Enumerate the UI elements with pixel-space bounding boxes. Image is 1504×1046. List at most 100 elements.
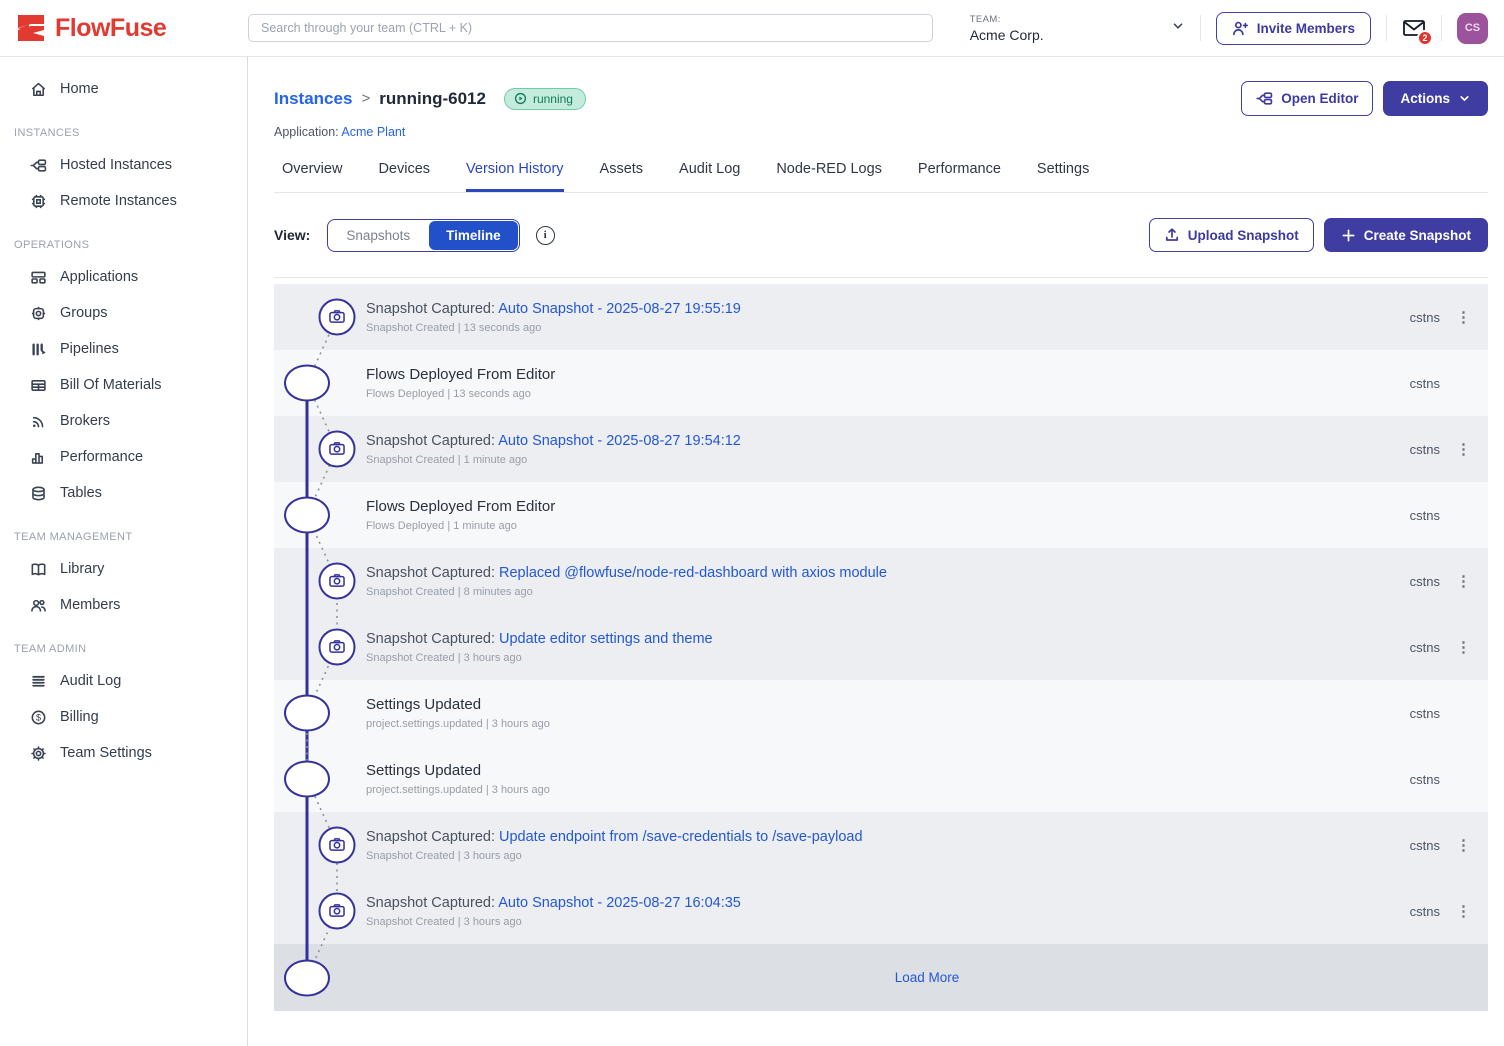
brokers-icon	[30, 413, 47, 430]
view-toggle: Snapshots Timeline	[327, 219, 519, 252]
home-icon	[30, 81, 47, 98]
main-content: Instances > running-6012 running Open Ed…	[248, 57, 1504, 1046]
load-more-link[interactable]: Load More	[366, 970, 1488, 985]
sidebar-item-label: Brokers	[60, 413, 110, 429]
sidebar: Home INSTANCES Hosted Instances Remote I…	[0, 57, 248, 1046]
upload-snapshot-button[interactable]: Upload Snapshot	[1149, 218, 1314, 252]
event-title: Snapshot Captured: Update editor setting…	[366, 631, 1410, 647]
application-link[interactable]: Acme Plant	[341, 125, 405, 139]
sidebar-item-tables[interactable]: Tables	[0, 475, 247, 511]
running-status-icon	[514, 92, 527, 105]
sidebar-item-groups[interactable]: Groups	[0, 295, 247, 331]
sidebar-item-members[interactable]: Members	[0, 587, 247, 623]
sidebar-item-team-settings[interactable]: Team Settings	[0, 735, 247, 771]
snapshot-link[interactable]: Auto Snapshot - 2025-08-27 19:55:19	[498, 301, 741, 317]
event-title: Snapshot Captured: Auto Snapshot - 2025-…	[366, 895, 1410, 911]
breadcrumb: Instances > running-6012 running Open Ed…	[274, 81, 1488, 116]
event-user: cstns	[1410, 838, 1440, 853]
snapshot-link[interactable]: Update editor settings and theme	[499, 631, 713, 647]
create-snapshot-button[interactable]: Create Snapshot	[1324, 218, 1488, 252]
invite-members-button[interactable]: Invite Members	[1216, 12, 1371, 45]
kebab-menu-icon[interactable]: ⋮	[1456, 640, 1468, 655]
actions-button[interactable]: Actions	[1383, 81, 1488, 116]
sidebar-item-hosted-instances[interactable]: Hosted Instances	[0, 147, 247, 183]
tab-version-history[interactable]: Version History	[466, 161, 564, 192]
sidebar-item-audit-log[interactable]: Audit Log	[0, 663, 247, 699]
sidebar-item-home[interactable]: Home	[0, 71, 247, 107]
kebab-menu-icon[interactable]: ⋮	[1456, 904, 1468, 919]
sidebar-item-label: Applications	[60, 269, 138, 285]
open-editor-button[interactable]: Open Editor	[1241, 81, 1373, 116]
event-user: cstns	[1410, 904, 1440, 919]
camera-icon	[319, 827, 356, 864]
avatar[interactable]: CS	[1457, 13, 1488, 44]
sidebar-item-label: Members	[60, 597, 120, 613]
sidebar-item-library[interactable]: Library	[0, 551, 247, 587]
snapshot-link[interactable]: Replaced @flowfuse/node-red-dashboard wi…	[499, 565, 887, 581]
person-plus-icon	[1232, 20, 1249, 37]
event-title-prefix: Snapshot Captured:	[366, 895, 498, 911]
bill-of-materials-icon	[30, 377, 47, 394]
ellipsis-icon	[284, 959, 330, 996]
kebab-menu-icon[interactable]: ⋮	[1456, 838, 1468, 853]
sidebar-item-pipelines[interactable]: Pipelines	[0, 331, 247, 367]
event-title: Flows Deployed From Editor	[366, 498, 1410, 515]
timeline-rows: Snapshot Captured: Auto Snapshot - 2025-…	[274, 284, 1488, 1011]
sidebar-item-label: Pipelines	[60, 341, 119, 357]
sidebar-item-remote-instances[interactable]: Remote Instances	[0, 183, 247, 219]
kebab-menu-icon[interactable]: ⋮	[1456, 310, 1468, 325]
sidebar-item-label: Billing	[60, 709, 99, 725]
snapshot-link[interactable]: Update endpoint from /save-credentials t…	[499, 829, 863, 845]
kebab-menu-icon[interactable]: ⋮	[1456, 442, 1468, 457]
sidebar-item-brokers[interactable]: Brokers	[0, 403, 247, 439]
camera-icon	[319, 299, 356, 336]
kebab-menu-icon[interactable]: ⋮	[1456, 574, 1468, 589]
chevron-down-icon	[1171, 19, 1185, 38]
tab-overview[interactable]: Overview	[282, 161, 342, 192]
event-user: cstns	[1410, 574, 1440, 589]
toggle-timeline[interactable]: Timeline	[429, 221, 518, 250]
event-title-prefix: Snapshot Captured:	[366, 301, 498, 317]
search-input[interactable]	[248, 14, 933, 42]
event-title-text: Flows Deployed From Editor	[366, 366, 555, 383]
settings-sliders-icon	[284, 761, 330, 798]
event-user: cstns	[1410, 310, 1440, 325]
timeline-row: Snapshot Captured: Update editor setting…	[274, 614, 1488, 680]
breadcrumb-instances-link[interactable]: Instances	[274, 89, 352, 109]
sidebar-item-applications[interactable]: Applications	[0, 259, 247, 295]
event-user: cstns	[1410, 442, 1440, 457]
sidebar-item-bill-of-materials[interactable]: Bill Of Materials	[0, 367, 247, 403]
team-name: Acme Corp.	[970, 27, 1044, 43]
tab-settings[interactable]: Settings	[1037, 161, 1089, 192]
notifications-button[interactable]: 2	[1402, 17, 1426, 39]
gear-icon	[30, 745, 47, 762]
event-meta: Snapshot Created | 3 hours ago	[366, 850, 1410, 862]
tab-devices[interactable]: Devices	[378, 161, 430, 192]
sidebar-item-billing[interactable]: $ Billing	[0, 699, 247, 735]
event-meta: project.settings.updated | 3 hours ago	[366, 718, 1410, 730]
tab-assets[interactable]: Assets	[600, 161, 644, 192]
invite-members-label: Invite Members	[1257, 21, 1355, 36]
flowfuse-logo[interactable]: FlowFuse	[16, 13, 248, 43]
event-meta: Snapshot Created | 3 hours ago	[366, 652, 1410, 664]
tab-performance[interactable]: Performance	[918, 161, 1001, 192]
event-title: Snapshot Captured: Update endpoint from …	[366, 829, 1410, 845]
snapshot-link[interactable]: Auto Snapshot - 2025-08-27 16:04:35	[498, 895, 741, 911]
logo-text: FlowFuse	[55, 14, 166, 43]
tab-node-red-logs[interactable]: Node-RED Logs	[776, 161, 882, 192]
notification-badge: 2	[1417, 30, 1433, 46]
snapshot-link[interactable]: Auto Snapshot - 2025-08-27 19:54:12	[498, 433, 741, 449]
sidebar-section-team-admin: TEAM ADMIN	[0, 643, 247, 655]
library-icon	[30, 561, 47, 578]
event-user: cstns	[1410, 376, 1440, 391]
status-badge-label: running	[533, 92, 573, 106]
sidebar-item-performance[interactable]: Performance	[0, 439, 247, 475]
tab-audit-log[interactable]: Audit Log	[679, 161, 740, 192]
timeline-row: Snapshot Captured: Auto Snapshot - 2025-…	[274, 284, 1488, 350]
timeline-row: Flows Deployed From Editor Flows Deploye…	[274, 482, 1488, 548]
team-selector[interactable]: TEAM: Acme Corp.	[970, 14, 1185, 43]
info-icon[interactable]: i	[536, 226, 555, 245]
timeline-row: Settings Updated project.settings.update…	[274, 746, 1488, 812]
application-line: Application: Acme Plant	[274, 125, 1488, 139]
toggle-snapshots[interactable]: Snapshots	[329, 221, 427, 250]
